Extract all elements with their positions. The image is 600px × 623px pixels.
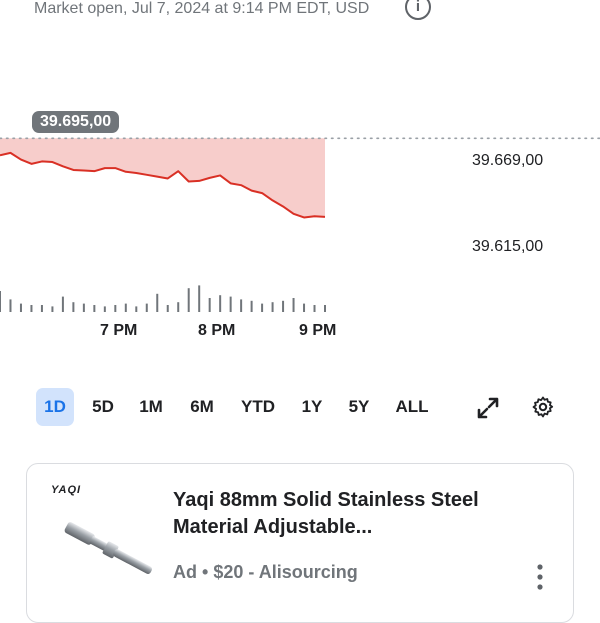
market-status-text: Market open, Jul 7, 2024 at 9:14 PM EDT,… <box>34 0 370 17</box>
volume-bar <box>19 303 22 312</box>
volume-bar <box>72 302 75 312</box>
ad-meta: Ad • $20 - Alisourcing <box>173 562 358 583</box>
volume-bar <box>187 288 190 312</box>
volume-bar <box>292 298 295 312</box>
volume-bar <box>103 306 106 312</box>
volume-bar <box>324 305 326 312</box>
volume-bar <box>82 303 85 312</box>
volume-bar <box>261 303 264 312</box>
volume-bar <box>51 306 54 312</box>
ad-title[interactable]: Yaqi 88mm Solid Stainless Steel Material… <box>173 487 503 541</box>
volume-bar <box>229 296 232 312</box>
y-tick-label: 39.615,00 <box>472 238 544 255</box>
volume-bar <box>135 306 138 312</box>
x-tick-label: 8 PM <box>198 322 236 339</box>
expand-icon[interactable] <box>476 396 500 420</box>
volume-bar <box>145 303 148 312</box>
volume-bar <box>250 300 253 312</box>
volume-bar <box>198 285 201 312</box>
volume-bar <box>240 299 243 312</box>
y-tick-label: 39.669,00 <box>472 152 544 169</box>
price-chart[interactable]: 39.695,00 39.669,00 39.615,00 7 PM 8 PM … <box>0 100 600 360</box>
gear-icon[interactable] <box>531 395 555 419</box>
separator-dot: • <box>202 562 209 582</box>
ad-price: $20 <box>213 562 244 582</box>
x-tick-label: 9 PM <box>299 322 337 339</box>
sponsored-ad-card[interactable]: YAQI Yaqi 88mm Solid Stainless Steel Mat… <box>26 463 574 623</box>
volume-bar <box>30 305 33 312</box>
volume-bar <box>61 296 64 312</box>
range-all-button[interactable]: ALL <box>391 388 433 426</box>
range-ytd-button[interactable]: YTD <box>236 388 280 426</box>
time-range-selector: 1D 5D 1M 6M YTD 1Y 5Y ALL <box>0 384 600 430</box>
range-1d-button[interactable]: 1D <box>36 388 74 426</box>
volume-bar <box>0 291 1 312</box>
volume-bar <box>9 299 12 312</box>
volume-bar <box>166 305 169 312</box>
volume-bar <box>208 298 211 312</box>
volume-bar <box>303 303 306 312</box>
volume-bar <box>271 302 274 312</box>
price-chart-svg <box>0 137 600 312</box>
range-5d-button[interactable]: 5D <box>86 388 120 426</box>
range-1y-button[interactable]: 1Y <box>296 388 328 426</box>
volume-bar <box>177 302 180 312</box>
ad-brand-logo: YAQI <box>51 484 82 496</box>
volume-bar <box>40 305 43 312</box>
volume-bar <box>124 303 127 312</box>
volume-bar <box>93 305 96 312</box>
ad-seller: - Alisourcing <box>248 562 358 582</box>
volume-bar <box>313 305 316 312</box>
range-5y-button[interactable]: 5Y <box>343 388 375 426</box>
volume-bar <box>219 295 222 312</box>
x-tick-label: 7 PM <box>100 322 138 339</box>
ad-product-image <box>64 522 152 574</box>
volume-bar <box>114 305 117 312</box>
more-vert-icon[interactable] <box>533 562 547 592</box>
range-1m-button[interactable]: 1M <box>133 388 169 426</box>
volume-bar <box>156 293 159 312</box>
volume-bar <box>282 300 285 312</box>
previous-close-bubble: 39.695,00 <box>32 111 120 133</box>
ad-label: Ad <box>173 562 197 582</box>
info-icon[interactable]: i <box>405 0 431 20</box>
range-6m-button[interactable]: 6M <box>184 388 220 426</box>
